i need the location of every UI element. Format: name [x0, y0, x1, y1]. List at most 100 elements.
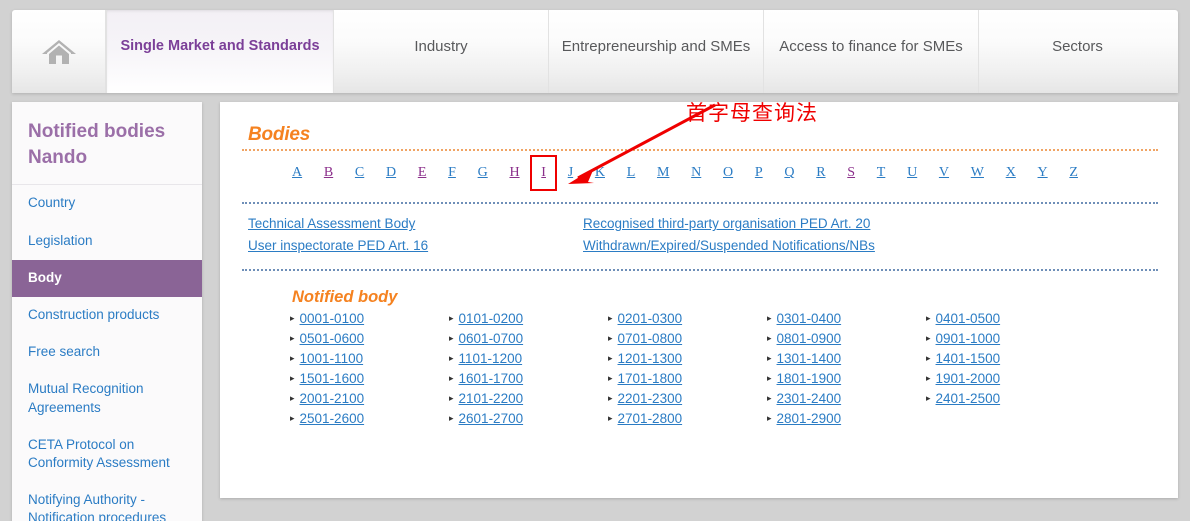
- tab-entrepreneurship-and-smes[interactable]: Entrepreneurship and SMEs: [549, 10, 764, 93]
- notified-body-range-link-0801-0900[interactable]: 0801-0900: [777, 331, 842, 346]
- notified-body-range-item: ▸ 2701-2800: [608, 408, 767, 428]
- sidebar-item-mutual-recognition-agreements[interactable]: Mutual Recognition Agreements: [12, 371, 202, 426]
- notified-body-range-link-2301-2400[interactable]: 2301-2400: [777, 391, 842, 406]
- notified-body-range-link-1701-1800[interactable]: 1701-1800: [618, 371, 683, 386]
- notified-body-range-link-2601-2700[interactable]: 2601-2700: [459, 411, 524, 426]
- quick-links-column-right: Withdrawn/Expired/Suspended Notification…: [583, 236, 1103, 256]
- alphabet-link-g[interactable]: G: [476, 164, 490, 182]
- alphabet-link-r[interactable]: R: [814, 164, 827, 182]
- alphabet-link-s[interactable]: S: [845, 164, 857, 182]
- tab-access-to-finance-for-smes[interactable]: Access to finance for SMEs: [764, 10, 979, 93]
- link-user-inspectorate-ped-art-16[interactable]: User inspectorate PED Art. 16: [248, 238, 428, 253]
- notified-body-range-link-1001-1100[interactable]: 1001-1100: [300, 351, 364, 366]
- bullet-triangle-icon: ▸: [608, 312, 613, 323]
- alphabet-link-j[interactable]: J: [566, 164, 575, 182]
- alphabet-link-k[interactable]: K: [593, 164, 607, 182]
- notified-body-range-link-1901-2000[interactable]: 1901-2000: [936, 371, 1001, 386]
- alphabet-link-t[interactable]: T: [875, 164, 888, 182]
- alphabet-link-u[interactable]: U: [905, 164, 919, 182]
- link-recognised-third-party-organisation-ped-art-20[interactable]: Recognised third-party organisation PED …: [583, 216, 870, 231]
- sidebar-item-country[interactable]: Country: [12, 185, 202, 222]
- alphabet-link-c[interactable]: C: [353, 164, 366, 182]
- tab-sectors[interactable]: Sectors: [979, 10, 1176, 93]
- notified-body-range-item: ▸ 0901-1000: [926, 328, 1085, 348]
- notified-body-range-link-1601-1700[interactable]: 1601-1700: [459, 371, 524, 386]
- bullet-triangle-icon: ▸: [767, 372, 772, 383]
- bullet-triangle-icon: ▸: [449, 332, 454, 343]
- notified-body-range-item: ▸ 1601-1700: [449, 368, 608, 388]
- alphabet-link-e[interactable]: E: [416, 164, 429, 182]
- notified-body-range-link-0701-0800[interactable]: 0701-0800: [618, 331, 683, 346]
- quick-links-column-left: User inspectorate PED Art. 16: [248, 236, 583, 256]
- sidebar-title-line2: Nando: [28, 146, 88, 168]
- sidebar-item-ceta-protocol-on-conformity-assessment[interactable]: CETA Protocol on Conformity Assessment: [12, 427, 202, 482]
- notified-body-range-item: ▸ 0001-0100: [290, 308, 449, 328]
- notified-body-range-link-2801-2900[interactable]: 2801-2900: [777, 411, 842, 426]
- bullet-triangle-icon: ▸: [608, 332, 613, 343]
- sidebar-item-list: Country Legislation Body Construction produ…: [12, 185, 202, 521]
- notified-body-range-link-0301-0400[interactable]: 0301-0400: [777, 311, 842, 326]
- bullet-triangle-icon: ▸: [449, 312, 454, 323]
- notified-body-range-item: ▸ 1501-1600: [290, 368, 449, 388]
- notified-body-range-link-0601-0700[interactable]: 0601-0700: [459, 331, 524, 346]
- alphabet-link-b[interactable]: B: [322, 164, 335, 182]
- notified-body-range-link-1201-1300[interactable]: 1201-1300: [618, 351, 683, 366]
- alphabet-link-y[interactable]: Y: [1036, 164, 1050, 182]
- notified-body-range-link-1401-1500[interactable]: 1401-1500: [936, 351, 1001, 366]
- notified-body-range-link-2101-2200[interactable]: 2101-2200: [459, 391, 524, 406]
- notified-body-range-link-1101-1200[interactable]: 1101-1200: [459, 351, 523, 366]
- link-technical-assessment-body[interactable]: Technical Assessment Body: [248, 216, 415, 231]
- notified-body-range-item: ▸ 1801-1900: [767, 368, 926, 388]
- notified-body-range-item: ▸ 1401-1500: [926, 348, 1085, 368]
- sidebar-item-construction-products[interactable]: Construction products: [12, 297, 202, 334]
- tab-label: Sectors: [1052, 38, 1103, 55]
- notified-body-range-link-1301-1400[interactable]: 1301-1400: [777, 351, 842, 366]
- annotation-text: 首字母查询法: [686, 101, 818, 125]
- alphabet-link-f[interactable]: F: [446, 164, 458, 182]
- home-button[interactable]: [12, 10, 106, 93]
- notified-body-range-link-1501-1600[interactable]: 1501-1600: [300, 371, 365, 386]
- notified-body-range-item: ▸ 2101-2200: [449, 388, 608, 408]
- alphabet-link-l[interactable]: L: [625, 164, 638, 182]
- notified-body-range-link-2701-2800[interactable]: 2701-2800: [618, 411, 683, 426]
- notified-body-range-link-2001-2100[interactable]: 2001-2100: [300, 391, 365, 406]
- alphabet-link-x[interactable]: X: [1004, 164, 1018, 182]
- notified-body-range-link-0401-0500[interactable]: 0401-0500: [936, 311, 1001, 326]
- notified-body-range-link-1801-1900[interactable]: 1801-1900: [777, 371, 842, 386]
- alphabet-link-d[interactable]: D: [384, 164, 398, 182]
- notified-body-range-link-2401-2500[interactable]: 2401-2500: [936, 391, 1001, 406]
- quick-links-row: User inspectorate PED Art. 16 Withdrawn/…: [248, 236, 1148, 256]
- divider-blue-alphabet: [242, 202, 1158, 204]
- notified-body-range-link-0501-0600[interactable]: 0501-0600: [300, 331, 365, 346]
- alphabet-link-h[interactable]: H: [507, 164, 521, 182]
- bullet-triangle-icon: ▸: [449, 412, 454, 423]
- sidebar-item-legislation[interactable]: Legislation: [12, 223, 202, 260]
- bullet-triangle-icon: ▸: [290, 352, 295, 363]
- alphabet-link-w[interactable]: W: [969, 164, 986, 182]
- sidebar-item-notifying-authority-notification-procedures[interactable]: Notifying Authority - Notification proce…: [12, 482, 202, 521]
- notified-body-range-link-2501-2600[interactable]: 2501-2600: [300, 411, 365, 426]
- notified-body-range-item: ▸ 2601-2700: [449, 408, 608, 428]
- sidebar-item-body[interactable]: Body: [12, 259, 202, 297]
- alphabet-link-o[interactable]: O: [721, 164, 735, 182]
- alphabet-link-m[interactable]: M: [655, 164, 671, 182]
- alphabet-link-p[interactable]: P: [753, 164, 765, 182]
- main-content-card: Bodies ABCDEFGHIJKLMNOPQRSTUVWXYZ Techni…: [220, 102, 1178, 498]
- alphabet-link-z[interactable]: Z: [1067, 164, 1080, 182]
- bullet-triangle-icon: ▸: [290, 332, 295, 343]
- notified-body-range-link-0901-1000[interactable]: 0901-1000: [936, 331, 1001, 346]
- notified-body-range-link-0101-0200[interactable]: 0101-0200: [459, 311, 524, 326]
- notified-body-heading: Notified body: [292, 288, 398, 306]
- notified-body-range-link-0201-0300[interactable]: 0201-0300: [618, 311, 683, 326]
- tab-industry[interactable]: Industry: [334, 10, 549, 93]
- alphabet-link-v[interactable]: V: [937, 164, 951, 182]
- alphabet-link-i[interactable]: I: [530, 155, 557, 191]
- alphabet-link-a[interactable]: A: [290, 164, 304, 182]
- tab-single-market-and-standards[interactable]: Single Market and Standards: [106, 10, 334, 93]
- alphabet-link-q[interactable]: Q: [782, 164, 796, 182]
- alphabet-link-n[interactable]: N: [689, 164, 703, 182]
- link-withdrawn-expired-suspended-notifications-nbs[interactable]: Withdrawn/Expired/Suspended Notification…: [583, 238, 875, 253]
- sidebar-item-free-search[interactable]: Free search: [12, 334, 202, 371]
- notified-body-range-link-0001-0100[interactable]: 0001-0100: [300, 311, 365, 326]
- notified-body-range-link-2201-2300[interactable]: 2201-2300: [618, 391, 683, 406]
